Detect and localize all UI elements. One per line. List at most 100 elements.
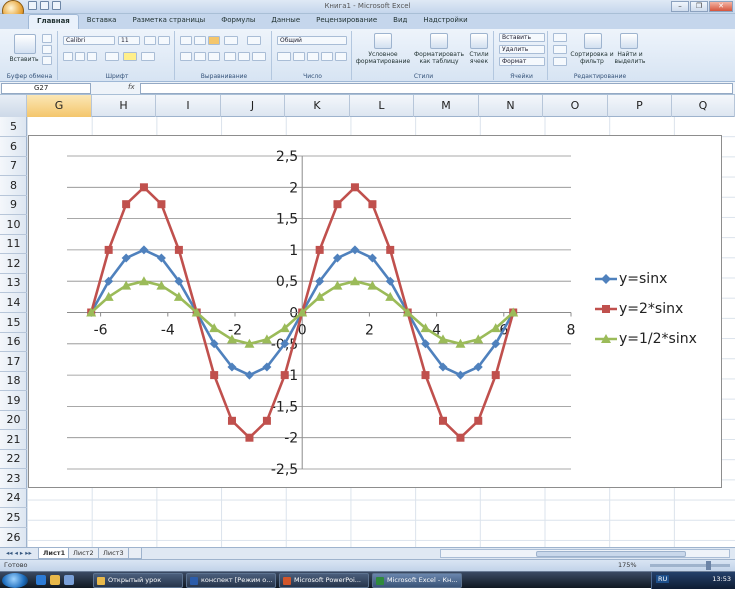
conditional-formatting-label[interactable]: Условное форматирование xyxy=(354,51,412,65)
delete-cells-button[interactable]: Удалить xyxy=(499,45,545,54)
row-header[interactable]: 14 xyxy=(0,293,27,313)
row-header[interactable]: 15 xyxy=(0,313,27,333)
horizontal-scrollbar[interactable] xyxy=(440,549,730,558)
clock[interactable]: 13:53 xyxy=(712,575,731,583)
row-header[interactable]: 25 xyxy=(0,508,27,528)
zoom-slider-knob[interactable] xyxy=(706,561,711,570)
format-as-table-label[interactable]: Форматировать как таблицу xyxy=(412,51,466,65)
font-size-select[interactable]: 11 xyxy=(118,36,140,45)
format-painter-icon[interactable] xyxy=(42,56,52,65)
percent-icon[interactable] xyxy=(293,52,305,61)
column-header-j[interactable]: J xyxy=(221,95,285,117)
tab-home[interactable]: Главная xyxy=(28,14,79,29)
language-indicator[interactable]: RU xyxy=(656,575,670,583)
taskbar-item-powerpoint[interactable]: Microsoft PowerPoi... xyxy=(279,573,369,588)
align-left-icon[interactable] xyxy=(180,52,192,61)
sheet-tab-2[interactable]: Лист2 xyxy=(68,548,99,559)
row-header[interactable]: 24 xyxy=(0,488,27,509)
thousands-icon[interactable] xyxy=(307,52,319,61)
borders-icon[interactable] xyxy=(105,52,119,61)
wrap-text-icon[interactable] xyxy=(247,36,261,45)
scrollbar-thumb[interactable] xyxy=(536,551,686,557)
align-top-icon[interactable] xyxy=(180,36,192,45)
row-header[interactable]: 20 xyxy=(0,410,27,431)
minimize-button[interactable]: – xyxy=(671,1,689,12)
insert-cells-button[interactable]: Вставить xyxy=(499,33,545,42)
format-cells-button[interactable]: Формат xyxy=(499,57,545,66)
tab-formulas[interactable]: Формулы xyxy=(213,14,263,29)
autosum-icon[interactable] xyxy=(553,33,567,42)
find-select-icon[interactable] xyxy=(620,33,638,49)
find-select-label[interactable]: Найти и выделить xyxy=(612,51,648,65)
row-header[interactable]: 13 xyxy=(0,273,27,294)
column-header-l[interactable]: L xyxy=(350,95,414,117)
orientation-icon[interactable] xyxy=(224,36,238,45)
clear-icon[interactable] xyxy=(553,57,567,66)
taskbar-item-word[interactable]: конспект [Режим о... xyxy=(186,573,276,588)
currency-icon[interactable] xyxy=(277,52,291,61)
increase-indent-icon[interactable] xyxy=(238,52,250,61)
ie-icon[interactable] xyxy=(36,575,46,585)
tab-addins[interactable]: Надстройки xyxy=(415,14,475,29)
decrease-indent-icon[interactable] xyxy=(224,52,236,61)
row-header[interactable]: 21 xyxy=(0,430,27,450)
row-header[interactable]: 22 xyxy=(0,449,27,470)
row-header[interactable]: 18 xyxy=(0,371,27,392)
column-header-o[interactable]: O xyxy=(543,95,608,117)
column-header-h[interactable]: H xyxy=(92,95,156,117)
row-header[interactable]: 16 xyxy=(0,332,27,353)
column-header-i[interactable]: I xyxy=(156,95,221,117)
row-header[interactable]: 9 xyxy=(0,195,27,216)
fill-icon[interactable] xyxy=(553,45,567,54)
chart[interactable]: 2,521,510,50-0,5-1-1,5-2-2,5-6-4-202468 … xyxy=(28,135,722,488)
row-header[interactable]: 5 xyxy=(0,117,27,137)
row-header[interactable]: 8 xyxy=(0,176,27,196)
row-header[interactable]: 7 xyxy=(0,156,27,177)
row-header[interactable]: 12 xyxy=(0,254,27,274)
tab-view[interactable]: Вид xyxy=(385,14,415,29)
underline-icon[interactable] xyxy=(87,52,97,61)
number-format-select[interactable]: Общий xyxy=(277,36,347,45)
cell-styles-label[interactable]: Стили ячеек xyxy=(466,51,492,65)
row-header[interactable]: 19 xyxy=(0,391,27,411)
grow-font-icon[interactable] xyxy=(144,36,156,45)
tab-page-layout[interactable]: Разметка страницы xyxy=(124,14,213,29)
column-header-q[interactable]: Q xyxy=(672,95,735,117)
zoom-slider[interactable] xyxy=(650,561,730,570)
restore-button[interactable]: ❐ xyxy=(690,1,708,12)
row-header[interactable]: 6 xyxy=(0,137,27,157)
increase-decimal-icon[interactable] xyxy=(321,52,333,61)
row-header[interactable]: 10 xyxy=(0,215,27,235)
format-as-table-icon[interactable] xyxy=(430,33,448,49)
close-button[interactable]: ✕ xyxy=(709,1,733,12)
folder-icon[interactable] xyxy=(50,575,60,585)
select-all-corner[interactable] xyxy=(0,95,27,117)
font-color-icon[interactable] xyxy=(141,52,155,61)
row-header[interactable]: 11 xyxy=(0,234,27,255)
cell-styles-icon[interactable] xyxy=(470,33,488,49)
align-right-icon[interactable] xyxy=(208,52,220,61)
cut-icon[interactable] xyxy=(42,34,52,43)
copy-icon[interactable] xyxy=(42,45,52,54)
sort-filter-label[interactable]: Сортировка и фильтр xyxy=(570,51,614,65)
row-header[interactable]: 17 xyxy=(0,352,27,372)
column-header-m[interactable]: M xyxy=(414,95,479,117)
sheet-nav-arrows[interactable]: ◂◂ ◂ ▸ ▸▸ xyxy=(2,548,36,559)
fx-icon[interactable]: fx xyxy=(128,83,135,91)
taskbar-item-excel[interactable]: Microsoft Excel - Кн... xyxy=(372,573,462,588)
desktop-icon[interactable] xyxy=(64,575,74,585)
align-middle-icon[interactable] xyxy=(194,36,206,45)
insert-sheet-icon[interactable] xyxy=(128,548,142,559)
tab-review[interactable]: Рецензирование xyxy=(308,14,385,29)
name-box[interactable]: G27 xyxy=(1,83,91,94)
bold-icon[interactable] xyxy=(63,52,73,61)
conditional-formatting-icon[interactable] xyxy=(374,33,392,49)
taskbar-item-open-lesson[interactable]: Открытый урок xyxy=(93,573,183,588)
row-header[interactable]: 23 xyxy=(0,469,27,489)
zoom-level[interactable]: 175% xyxy=(618,561,637,569)
sheet-tab-1[interactable]: Лист1 xyxy=(38,548,71,559)
column-header-n[interactable]: N xyxy=(479,95,543,117)
font-name-select[interactable]: Calibri xyxy=(63,36,115,45)
align-bottom-icon[interactable] xyxy=(208,36,220,45)
paste-icon[interactable] xyxy=(14,34,36,54)
